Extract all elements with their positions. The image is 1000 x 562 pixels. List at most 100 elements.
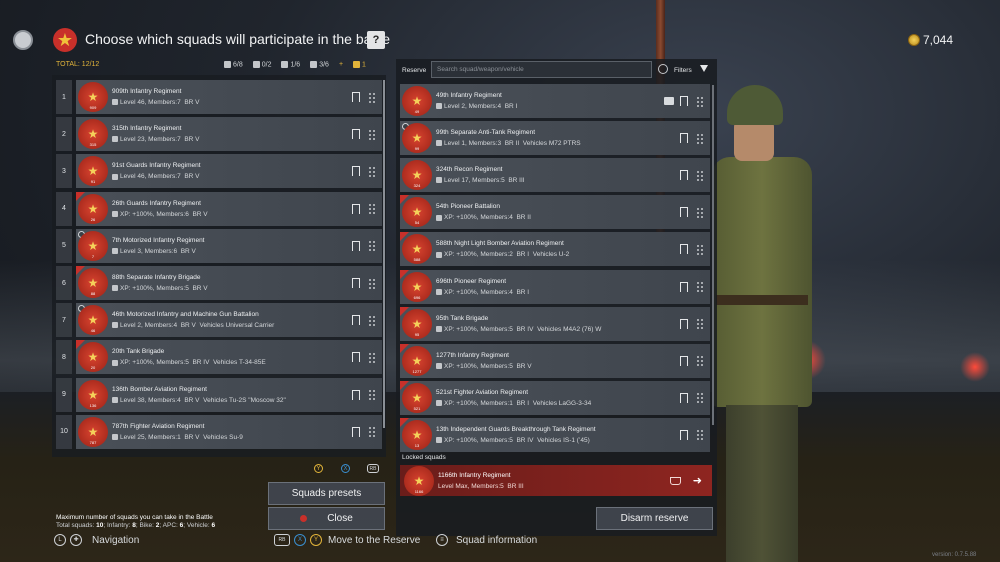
arrow-right-icon[interactable]: ➜ [693,474,702,487]
squad-card[interactable]: ★ 1277 1277th Infantry Regiment XP: +100%, … [400,343,710,378]
squad-row[interactable]: ★ 521 521st Fighter Aviation Regiment XP: +… [400,380,710,415]
squad-card[interactable]: ★ 315 315th Infantry Regiment Level 23, Mem… [76,117,382,152]
drag-handle-icon[interactable] [368,351,376,363]
squad-card[interactable]: ★ 99 99th Separate Anti-Tank Regiment Level… [400,121,710,156]
bookmark-icon[interactable] [352,278,360,289]
squad-card[interactable]: ★ 324 324th Recon Regiment Level 17, Member… [400,158,710,193]
squad-row[interactable]: 7 ★ 46 46th Motorized Infantry and Machine … [56,303,382,338]
drag-handle-icon[interactable] [696,132,704,144]
drag-handle-icon[interactable] [368,389,376,401]
squad-row[interactable]: ★ 49 49th Infantry Regiment Level 2, Member… [400,84,710,118]
squad-information-hint[interactable]: ≡ Squad information [436,534,537,546]
squad-row[interactable]: 4 ★ 26 26th Guards Infantry Regiment XP: +10… [56,191,382,226]
squad-row[interactable]: 10 ★ 787 787th Fighter Aviation Regiment Lev… [56,414,382,449]
bookmark-icon[interactable] [352,203,360,215]
bookmark-icon[interactable] [352,426,360,438]
squad-meta: XP: +100%, Members:5 BR IV Vehicles T-34… [112,359,352,366]
squad-row[interactable]: ★ 13 13th Independent Guards Breakthrough … [400,417,710,452]
squad-row[interactable]: ★ 99 99th Separate Anti-Tank Regiment Level… [400,121,710,156]
drag-handle-icon[interactable] [368,165,376,177]
squad-row[interactable]: 3 ★ 91 91st Guards Infantry Regiment Level 4… [56,154,382,189]
menu-circle-icon[interactable] [13,30,33,50]
drag-handle-icon[interactable] [368,91,376,103]
drag-handle-icon[interactable] [696,318,704,330]
squad-row[interactable]: ★ 54 54th Pioneer Battalion XP: +100%, Memb… [400,195,710,230]
bookmark-icon[interactable] [680,392,688,404]
squad-card[interactable]: ★ 88 88th Separate Infantry Brigade XP: +10… [76,266,382,300]
filter-sort-icon[interactable] [658,64,668,74]
squad-row[interactable]: 8 ★ 20 20th Tank Brigade XP: +100%, Members:… [56,340,382,375]
bookmark-icon[interactable] [680,170,688,182]
drag-handle-icon[interactable] [696,169,704,181]
bookmark-icon[interactable] [680,244,688,256]
drag-handle-icon[interactable] [696,281,704,292]
drag-handle-icon[interactable] [368,203,376,215]
move-to-reserve-hint[interactable]: RB X Y Move to the Reserve [274,534,420,546]
squad-row[interactable]: ★ 95 95th Tank Brigade XP: +100%, Members:5… [400,306,710,341]
squad-row[interactable]: ★ 1277 1277th Infantry Regiment XP: +100%, … [400,343,710,378]
bookmark-icon[interactable] [352,315,360,327]
squad-card[interactable]: ★ 54 54th Pioneer Battalion XP: +100%, Memb… [400,195,710,230]
squad-card[interactable]: ★ 696 696th Pioneer Regiment XP: +100%, Mem… [400,269,710,304]
squad-card[interactable]: ★ 521 521st Fighter Aviation Regiment XP: +… [400,380,710,415]
squad-card[interactable]: ★ 20 20th Tank Brigade XP: +100%, Members:5… [76,340,382,375]
class-icon [436,437,442,444]
bookmark-icon[interactable] [680,207,688,219]
squad-card[interactable]: ★ 136 136th Bomber Aviation Regiment Level … [76,377,382,412]
squad-row[interactable]: 9 ★ 136 136th Bomber Aviation Regiment Level… [56,377,382,412]
squad-card[interactable]: ★ 787 787th Fighter Aviation Regiment Level… [76,414,382,449]
search-input[interactable]: Search squad/weapon/vehicle [431,61,652,78]
filters-button[interactable]: Filters [674,67,692,74]
squad-card[interactable]: ★ 91 91st Guards Infantry Regiment Level 46… [76,154,382,189]
squads-presets-button[interactable]: Squads presets [268,482,385,505]
squad-row[interactable]: 2 ★ 315 315th Infantry Regiment Level 23, Me… [56,117,382,152]
squad-card[interactable]: ★ 26 26th Guards Infantry Regiment XP: +100… [76,191,382,226]
squad-card[interactable]: ★ 588 588th Night Light Bomber Aviation Re… [400,232,710,267]
bookmark-icon[interactable] [680,133,688,145]
disarm-reserve-button[interactable]: Disarm reserve [596,507,713,530]
squad-row[interactable]: ★ 588 588th Night Light Bomber Aviation Re… [400,232,710,267]
book-icon[interactable] [664,97,674,105]
left-scrollbar[interactable] [383,80,385,428]
drag-handle-icon[interactable] [696,392,704,404]
drag-handle-icon[interactable] [696,243,704,255]
drag-handle-icon[interactable] [696,95,704,107]
bookmark-icon[interactable] [680,281,688,293]
drag-handle-icon[interactable] [368,314,376,326]
close-button[interactable]: Close [268,507,385,530]
squad-card[interactable]: ★ 7 7th Motorized Infantry Regiment Level 3… [76,228,382,263]
shop-basket-icon[interactable] [669,476,681,485]
squad-row[interactable]: 1 ★ 909 909th Infantry Regiment Level 46, Me… [56,80,382,114]
squad-card[interactable]: ★ 909 909th Infantry Regiment Level 46, Mem… [76,80,382,114]
bookmark-icon[interactable] [680,429,688,441]
funnel-icon[interactable] [700,65,708,72]
help-button[interactable]: ? [367,31,385,49]
squad-row[interactable]: 6 ★ 88 88th Separate Infantry Brigade XP: +1… [56,266,382,300]
squad-card[interactable]: ★ 13 13th Independent Guards Breakthrough … [400,417,710,452]
squad-card[interactable]: ★ 49 49th Infantry Regiment Level 2, Member… [400,84,710,118]
drag-handle-icon[interactable] [368,277,376,289]
reserve-scrollbar[interactable] [712,85,714,425]
bookmark-icon[interactable] [352,352,360,364]
bookmark-icon[interactable] [352,129,360,141]
drag-handle-icon[interactable] [696,206,704,218]
squad-row[interactable]: ★ 696 696th Pioneer Regiment XP: +100%, Mem… [400,269,710,304]
squad-card[interactable]: ★ 95 95th Tank Brigade XP: +100%, Members:5… [400,306,710,341]
drag-handle-icon[interactable] [368,240,376,252]
bookmark-icon[interactable] [352,166,360,178]
bookmark-icon[interactable] [352,389,360,401]
locked-squad-card[interactable]: ★ 1166 1166th Infantry Regiment Level Max… [400,465,712,496]
bookmark-icon[interactable] [680,355,688,367]
squad-card[interactable]: ★ 46 46th Motorized Infantry and Machine G… [76,303,382,338]
squad-row[interactable]: ★ 324 324th Recon Regiment Level 17, Member… [400,158,710,193]
bookmark-icon[interactable] [680,96,688,107]
bookmark-icon[interactable] [352,92,360,103]
drag-handle-icon[interactable] [696,355,704,367]
squad-name: 1166th Infantry Regiment [438,471,511,479]
drag-handle-icon[interactable] [368,426,376,438]
bookmark-icon[interactable] [680,318,688,330]
drag-handle-icon[interactable] [696,429,704,441]
squad-row[interactable]: 5 ★ 7 7th Motorized Infantry Regiment Level … [56,228,382,263]
drag-handle-icon[interactable] [368,128,376,140]
bookmark-icon[interactable] [352,240,360,252]
